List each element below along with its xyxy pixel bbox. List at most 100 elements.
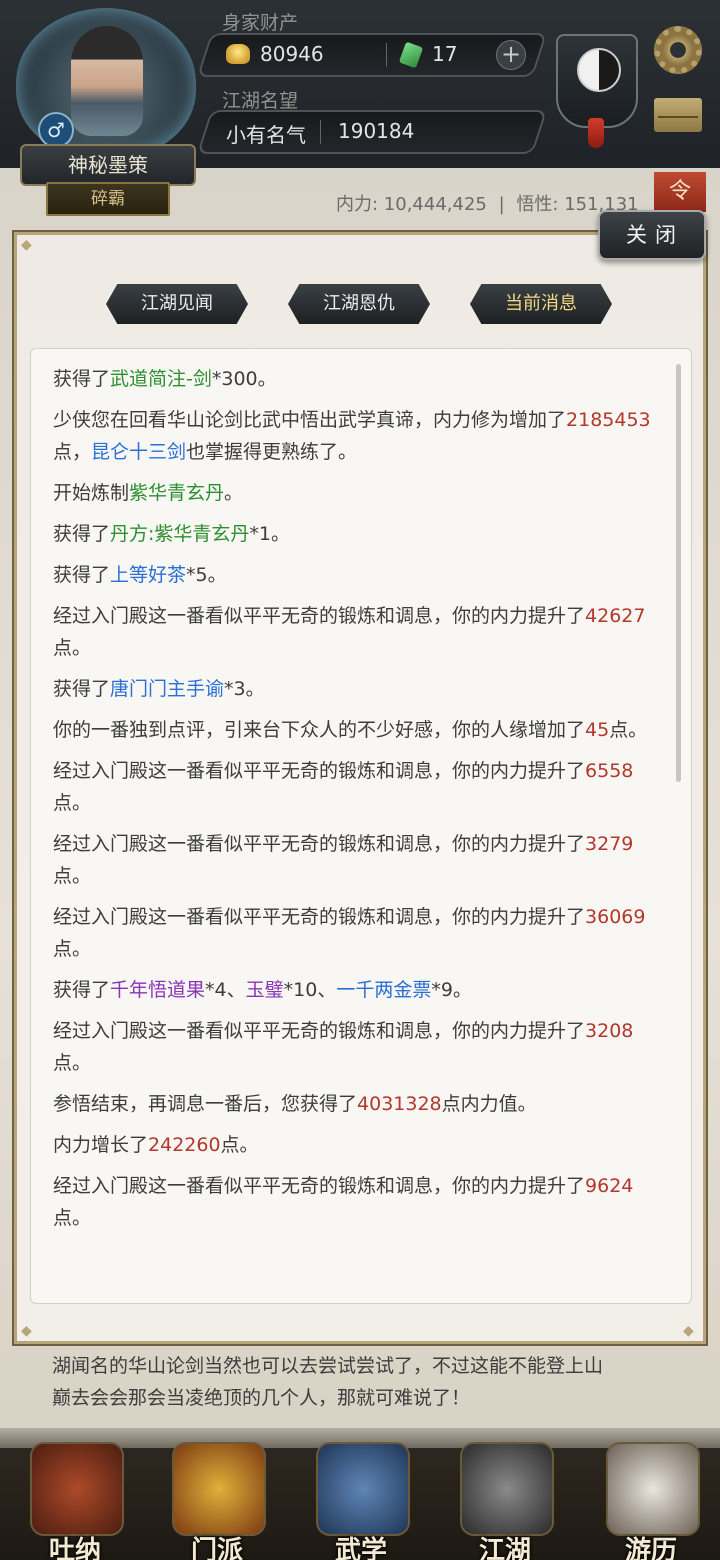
message-text: 。 (224, 482, 244, 504)
story-text: 湖闻名的华山论剑当然也可以去尝试尝试了，不过这能不能登上山 巅去会会那会当凌绝顶… (52, 1350, 672, 1414)
game-screen: ♂ 神秘墨策 碎霸 身家财产 80946 17 + 江湖名望 小有名气 1901… (0, 0, 720, 1560)
wealth-label: 身家财产 (222, 12, 299, 34)
taiji-button[interactable] (556, 34, 638, 128)
message-highlight[interactable]: 上等好茶 (110, 564, 186, 586)
message-text: *1。 (249, 523, 291, 545)
message-text: 经过入门殿这一番看似平平无奇的锻炼和调息，你的内力提升了 (53, 1020, 586, 1042)
tab-jianghu-news[interactable]: 江湖见闻 (106, 284, 248, 324)
wealth-bar: 80946 17 + (196, 33, 548, 77)
tab-current-messages[interactable]: 当前消息 (470, 284, 612, 324)
message-text: 点。 (53, 792, 92, 814)
nav-jianghu[interactable]: 江湖 (450, 1442, 560, 1560)
mail-icon[interactable] (654, 98, 702, 132)
bamboo-hat-icon (460, 1442, 554, 1536)
message-highlight[interactable]: 2185453 (566, 409, 651, 431)
message-text: 经过入门殿这一番看似平平无奇的锻炼和调息，你的内力提升了 (53, 760, 586, 782)
message-text: 获得了 (53, 979, 111, 1001)
message-highlight[interactable]: 9624 (585, 1175, 633, 1197)
stats-line: 内力: 10,444,425 | 悟性: 151,131 (336, 190, 645, 216)
message-item: 经过入门殿这一番看似平平无奇的锻炼和调息，你的内力提升了42627 点。 (53, 600, 665, 664)
message-item: 经过入门殿这一番看似平平无奇的锻炼和调息，你的内力提升了6558 点。 (53, 755, 665, 819)
message-highlight[interactable]: 唐门门主手谕 (110, 678, 224, 700)
message-text: 获得了 (53, 368, 111, 390)
message-list-panel[interactable]: 获得了武道简注-剑*300。 少侠您在回看华山论剑比武中悟出武学真谛，内力修为增加… (30, 348, 692, 1304)
neili-stat: 内力: 10,444,425 (336, 194, 487, 215)
nav-tuna[interactable]: 吐纳 (20, 1442, 130, 1560)
message-text: 经过入门殿这一番看似平平无奇的锻炼和调息，你的内力提升了 (53, 833, 586, 855)
message-highlight[interactable]: 36069 (585, 906, 645, 928)
corner-ornament-icon: ◆ (21, 1323, 32, 1339)
nav-label: 吐纳 (48, 1536, 101, 1560)
sect-banner-icon (172, 1442, 266, 1536)
nav-label: 江湖 (478, 1536, 531, 1560)
gold-ingot-icon (226, 44, 250, 64)
jade-amount: 17 (432, 42, 458, 66)
message-text: *300。 (211, 368, 277, 390)
message-highlight[interactable]: 242260 (148, 1134, 221, 1156)
message-text: *5。 (186, 564, 227, 586)
gold-amount: 80946 (260, 42, 324, 66)
bottom-nav: 吐纳 门派 武学 江湖 游历 (0, 1428, 720, 1560)
message-text: 经过入门殿这一番看似平平无奇的锻炼和调息，你的内力提升了 (53, 1175, 586, 1197)
message-highlight[interactable]: 昆仑十三剑 (91, 441, 186, 463)
message-text: 参悟结束，再调息一番后，您获得了 (53, 1093, 358, 1115)
gear-icon[interactable] (654, 26, 702, 74)
close-button[interactable]: 关闭 (598, 210, 706, 260)
add-currency-button[interactable]: + (496, 40, 526, 70)
message-item: 内力增长了242260点。 (53, 1129, 665, 1161)
message-item: 获得了武道简注-剑*300。 (53, 363, 665, 395)
message-item: 获得了唐门门主手谕*3。 (53, 673, 665, 705)
message-highlight[interactable]: 玉璧 (246, 979, 284, 1001)
nav-sect[interactable]: 门派 (162, 1442, 272, 1560)
horse-icon (606, 1442, 700, 1536)
divider: | (498, 194, 505, 215)
message-text: 点， (53, 441, 92, 463)
message-item: 经过入门殿这一番看似平平无奇的锻炼和调息，你的内力提升了36069 点。 (53, 901, 665, 965)
message-highlight[interactable]: 4031328 (357, 1093, 442, 1115)
message-highlight[interactable]: 3208 (585, 1020, 633, 1042)
jade-icon (398, 41, 424, 69)
nav-martial-arts[interactable]: 武学 (306, 1442, 416, 1560)
message-item: 经过入门殿这一番看似平平无奇的锻炼和调息，你的内力提升了3208 点。 (53, 1015, 665, 1079)
message-highlight[interactable]: 42627 (585, 605, 645, 627)
message-highlight[interactable]: 紫华青玄丹 (129, 482, 224, 504)
message-item: 获得了千年悟道果*4、玉璧*10、一千两金票*9。 (53, 974, 665, 1006)
message-item: 参悟结束，再调息一番后，您获得了4031328点内力值。 (53, 1088, 665, 1120)
message-text: 获得了 (53, 678, 111, 700)
player-rank: 碎霸 (46, 182, 170, 216)
message-text: *9。 (431, 979, 472, 1001)
corner-ornament-icon: ◆ (683, 1323, 694, 1339)
message-list: 获得了武道简注-剑*300。 少侠您在回看华山论剑比武中悟出武学真谛，内力修为增加… (53, 363, 665, 1243)
message-item: 经过入门殿这一番看似平平无奇的锻炼和调息，你的内力提升了9624 点。 (53, 1170, 665, 1234)
male-gender-icon: ♂ (38, 112, 74, 148)
message-text: 也掌握得更熟练了。 (186, 441, 358, 463)
message-highlight[interactable]: 3279 (585, 833, 633, 855)
story-line: 巅去会会那会当凌绝顶的几个人，那就可难说了！ (52, 1387, 471, 1409)
message-highlight[interactable]: 6558 (585, 760, 633, 782)
fame-title: 小有名气 (226, 123, 306, 147)
message-text: 获得了 (53, 523, 111, 545)
message-text: 点。 (220, 1134, 259, 1156)
fame-value: 190184 (338, 119, 415, 143)
message-highlight[interactable]: 武道简注-剑 (110, 368, 212, 390)
message-text: 点内力值。 (441, 1093, 537, 1115)
message-text: 内力增长了 (53, 1134, 149, 1156)
scrollbar[interactable] (676, 364, 681, 782)
message-item: 你的一番独到点评，引来台下众人的不少好感，你的人缘增加了45点。 (53, 714, 665, 746)
nav-travel[interactable]: 游历 (596, 1442, 706, 1560)
player-name: 神秘墨策 (20, 144, 196, 186)
message-highlight[interactable]: 一千两金票 (336, 979, 431, 1001)
message-highlight[interactable]: 千年悟道果 (110, 979, 205, 1001)
message-text: *3。 (224, 678, 265, 700)
fame-bar: 小有名气 190184 (196, 110, 548, 154)
message-text: 开始炼制 (53, 482, 130, 504)
message-text: *10、 (283, 979, 337, 1001)
message-highlight[interactable]: 丹方:紫华青玄丹 (110, 523, 249, 545)
message-item: 经过入门殿这一番看似平平无奇的锻炼和调息，你的内力提升了3279 点。 (53, 828, 665, 892)
order-tab-button[interactable]: 令 (654, 172, 706, 212)
message-text: 点。 (53, 1207, 92, 1229)
message-text: 少侠您在回看华山论剑比武中悟出武学真谛，内力修为增加了 (53, 409, 567, 431)
message-text: 点。 (53, 865, 92, 887)
tab-jianghu-feuds[interactable]: 江湖恩仇 (288, 284, 430, 324)
message-highlight[interactable]: 45 (585, 719, 609, 741)
